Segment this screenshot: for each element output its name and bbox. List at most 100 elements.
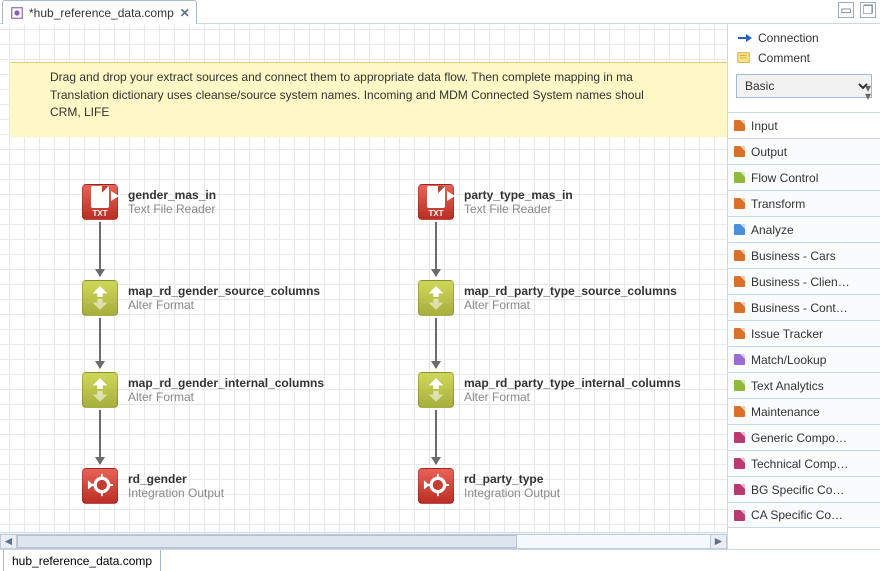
diagram-canvas[interactable]: Drag and drop your extract sources and c… bbox=[0, 24, 727, 549]
comment-icon bbox=[736, 50, 752, 66]
node-gender_mas_in[interactable]: TXT gender_mas_in Text File Reader bbox=[82, 184, 216, 220]
scroll-right-button[interactable]: ► bbox=[710, 534, 727, 549]
palette-category-label: Maintenance bbox=[751, 405, 820, 419]
node-map_rd_gender_internal_columns[interactable]: map_rd_gender_internal_columns Alter For… bbox=[82, 372, 324, 408]
bottom-tab[interactable]: hub_reference_data.comp bbox=[3, 550, 161, 571]
workspace: Drag and drop your extract sources and c… bbox=[0, 24, 880, 549]
palette-category-text-analytics[interactable]: Text Analytics bbox=[728, 372, 880, 398]
palette-category-ca-specific-co[interactable]: CA Specific Co… bbox=[728, 502, 880, 528]
category-color-icon bbox=[734, 250, 745, 261]
flow-arrow bbox=[435, 222, 437, 276]
editor-tab-label: *hub_reference_data.comp bbox=[29, 6, 174, 20]
flow-arrow bbox=[99, 318, 101, 368]
palette-category-label: CA Specific Co… bbox=[751, 508, 843, 522]
node-name: map_rd_gender_source_columns bbox=[128, 284, 320, 298]
palette-item-comment[interactable]: Comment bbox=[736, 50, 872, 66]
palette-category-label: Business - Cont… bbox=[751, 301, 848, 315]
node-name: rd_party_type bbox=[464, 472, 560, 486]
palette-category-business-clien[interactable]: Business - Clien… bbox=[728, 268, 880, 294]
node-type: Integration Output bbox=[128, 486, 224, 500]
palette-category-input[interactable]: Input bbox=[728, 112, 880, 138]
palette-category-label: Issue Tracker bbox=[751, 327, 823, 341]
txt-icon: TXT bbox=[418, 184, 454, 220]
node-map_rd_party_type_source_columns[interactable]: map_rd_party_type_source_columns Alter F… bbox=[418, 280, 677, 316]
category-color-icon bbox=[734, 432, 745, 443]
editor-tab[interactable]: *hub_reference_data.comp ✕ bbox=[2, 0, 197, 24]
category-color-icon bbox=[734, 224, 745, 235]
node-type: Alter Format bbox=[128, 298, 320, 312]
node-name: rd_gender bbox=[128, 472, 224, 486]
category-color-icon bbox=[734, 120, 745, 131]
palette-category-label: Transform bbox=[751, 197, 805, 211]
node-map_rd_party_type_internal_columns[interactable]: map_rd_party_type_internal_columns Alter… bbox=[418, 372, 681, 408]
bottom-tabbar: hub_reference_data.comp bbox=[0, 549, 880, 571]
palette-category-flow-control[interactable]: Flow Control bbox=[728, 164, 880, 190]
node-type: Text File Reader bbox=[128, 202, 216, 216]
palette-item-connection[interactable]: Connection bbox=[736, 30, 872, 46]
scrollbar-track[interactable] bbox=[17, 534, 710, 549]
scroll-left-button[interactable]: ◄ bbox=[0, 534, 17, 549]
palette-category-maintenance[interactable]: Maintenance bbox=[728, 398, 880, 424]
palette-category-label: Output bbox=[751, 145, 787, 159]
txt-icon: TXT bbox=[82, 184, 118, 220]
category-color-icon bbox=[734, 276, 745, 287]
node-name: map_rd_party_type_internal_columns bbox=[464, 376, 681, 390]
bottom-tab-label: hub_reference_data.comp bbox=[12, 554, 152, 568]
category-color-icon bbox=[734, 510, 745, 521]
node-type: Text File Reader bbox=[464, 202, 573, 216]
editor-tabbar: *hub_reference_data.comp ✕ ▭ ❐ bbox=[0, 0, 880, 24]
connection-icon bbox=[736, 30, 752, 46]
node-rd_party_type[interactable]: rd_party_type Integration Output bbox=[418, 468, 560, 504]
palette-category-match-lookup[interactable]: Match/Lookup bbox=[728, 346, 880, 372]
palette-item-label: Connection bbox=[758, 31, 819, 45]
integ-icon bbox=[82, 468, 118, 504]
palette-category-analyze[interactable]: Analyze bbox=[728, 216, 880, 242]
alter-icon bbox=[418, 280, 454, 316]
palette-category-issue-tracker[interactable]: Issue Tracker bbox=[728, 320, 880, 346]
palette: Connection Comment Basic ▾▾ Input Output… bbox=[727, 24, 880, 549]
minimize-button[interactable]: ▭ bbox=[838, 2, 854, 18]
node-name: map_rd_party_type_source_columns bbox=[464, 284, 677, 298]
palette-category-business-cars[interactable]: Business - Cars bbox=[728, 242, 880, 268]
palette-category-bg-specific-co[interactable]: BG Specific Co… bbox=[728, 476, 880, 502]
node-map_rd_gender_source_columns[interactable]: map_rd_gender_source_columns Alter Forma… bbox=[82, 280, 320, 316]
help-banner: Drag and drop your extract sources and c… bbox=[10, 62, 727, 137]
help-banner-line: CRM, LIFE bbox=[44, 105, 727, 119]
alter-icon bbox=[82, 280, 118, 316]
horizontal-scrollbar[interactable]: ◄ ► bbox=[0, 532, 727, 549]
category-color-icon bbox=[734, 146, 745, 157]
node-type: Integration Output bbox=[464, 486, 560, 500]
palette-item-label: Comment bbox=[758, 51, 810, 65]
palette-category-label: Match/Lookup bbox=[751, 353, 826, 367]
flow-arrow bbox=[99, 410, 101, 464]
help-banner-line: Drag and drop your extract sources and c… bbox=[50, 69, 727, 85]
help-banner-line: Translation dictionary uses cleanse/sour… bbox=[50, 87, 727, 103]
flow-arrow bbox=[435, 318, 437, 368]
palette-category-technical-comp[interactable]: Technical Comp… bbox=[728, 450, 880, 476]
category-color-icon bbox=[734, 198, 745, 209]
palette-filter-dropdown[interactable]: Basic bbox=[736, 74, 872, 98]
category-color-icon bbox=[734, 458, 745, 469]
maximize-button[interactable]: ❐ bbox=[860, 2, 876, 18]
category-color-icon bbox=[734, 172, 745, 183]
node-type: Alter Format bbox=[464, 298, 677, 312]
palette-category-label: Analyze bbox=[751, 223, 794, 237]
palette-category-transform[interactable]: Transform bbox=[728, 190, 880, 216]
node-rd_gender[interactable]: rd_gender Integration Output bbox=[82, 468, 224, 504]
chevron-down-icon[interactable]: ▾▾ bbox=[860, 84, 876, 101]
close-icon[interactable]: ✕ bbox=[180, 6, 190, 20]
palette-category-label: Business - Cars bbox=[751, 249, 836, 263]
palette-category-output[interactable]: Output bbox=[728, 138, 880, 164]
integ-icon bbox=[418, 468, 454, 504]
alter-icon bbox=[82, 372, 118, 408]
node-type: Alter Format bbox=[464, 390, 681, 404]
palette-category-business-cont[interactable]: Business - Cont… bbox=[728, 294, 880, 320]
node-type: Alter Format bbox=[128, 390, 324, 404]
palette-category-label: Generic Compo… bbox=[751, 431, 847, 445]
node-party_type_mas_in[interactable]: TXT party_type_mas_in Text File Reader bbox=[418, 184, 573, 220]
file-comp-icon bbox=[9, 5, 25, 21]
scrollbar-thumb[interactable] bbox=[17, 535, 517, 548]
flow-arrow bbox=[435, 410, 437, 464]
palette-category-generic-compo[interactable]: Generic Compo… bbox=[728, 424, 880, 450]
alter-icon bbox=[418, 372, 454, 408]
